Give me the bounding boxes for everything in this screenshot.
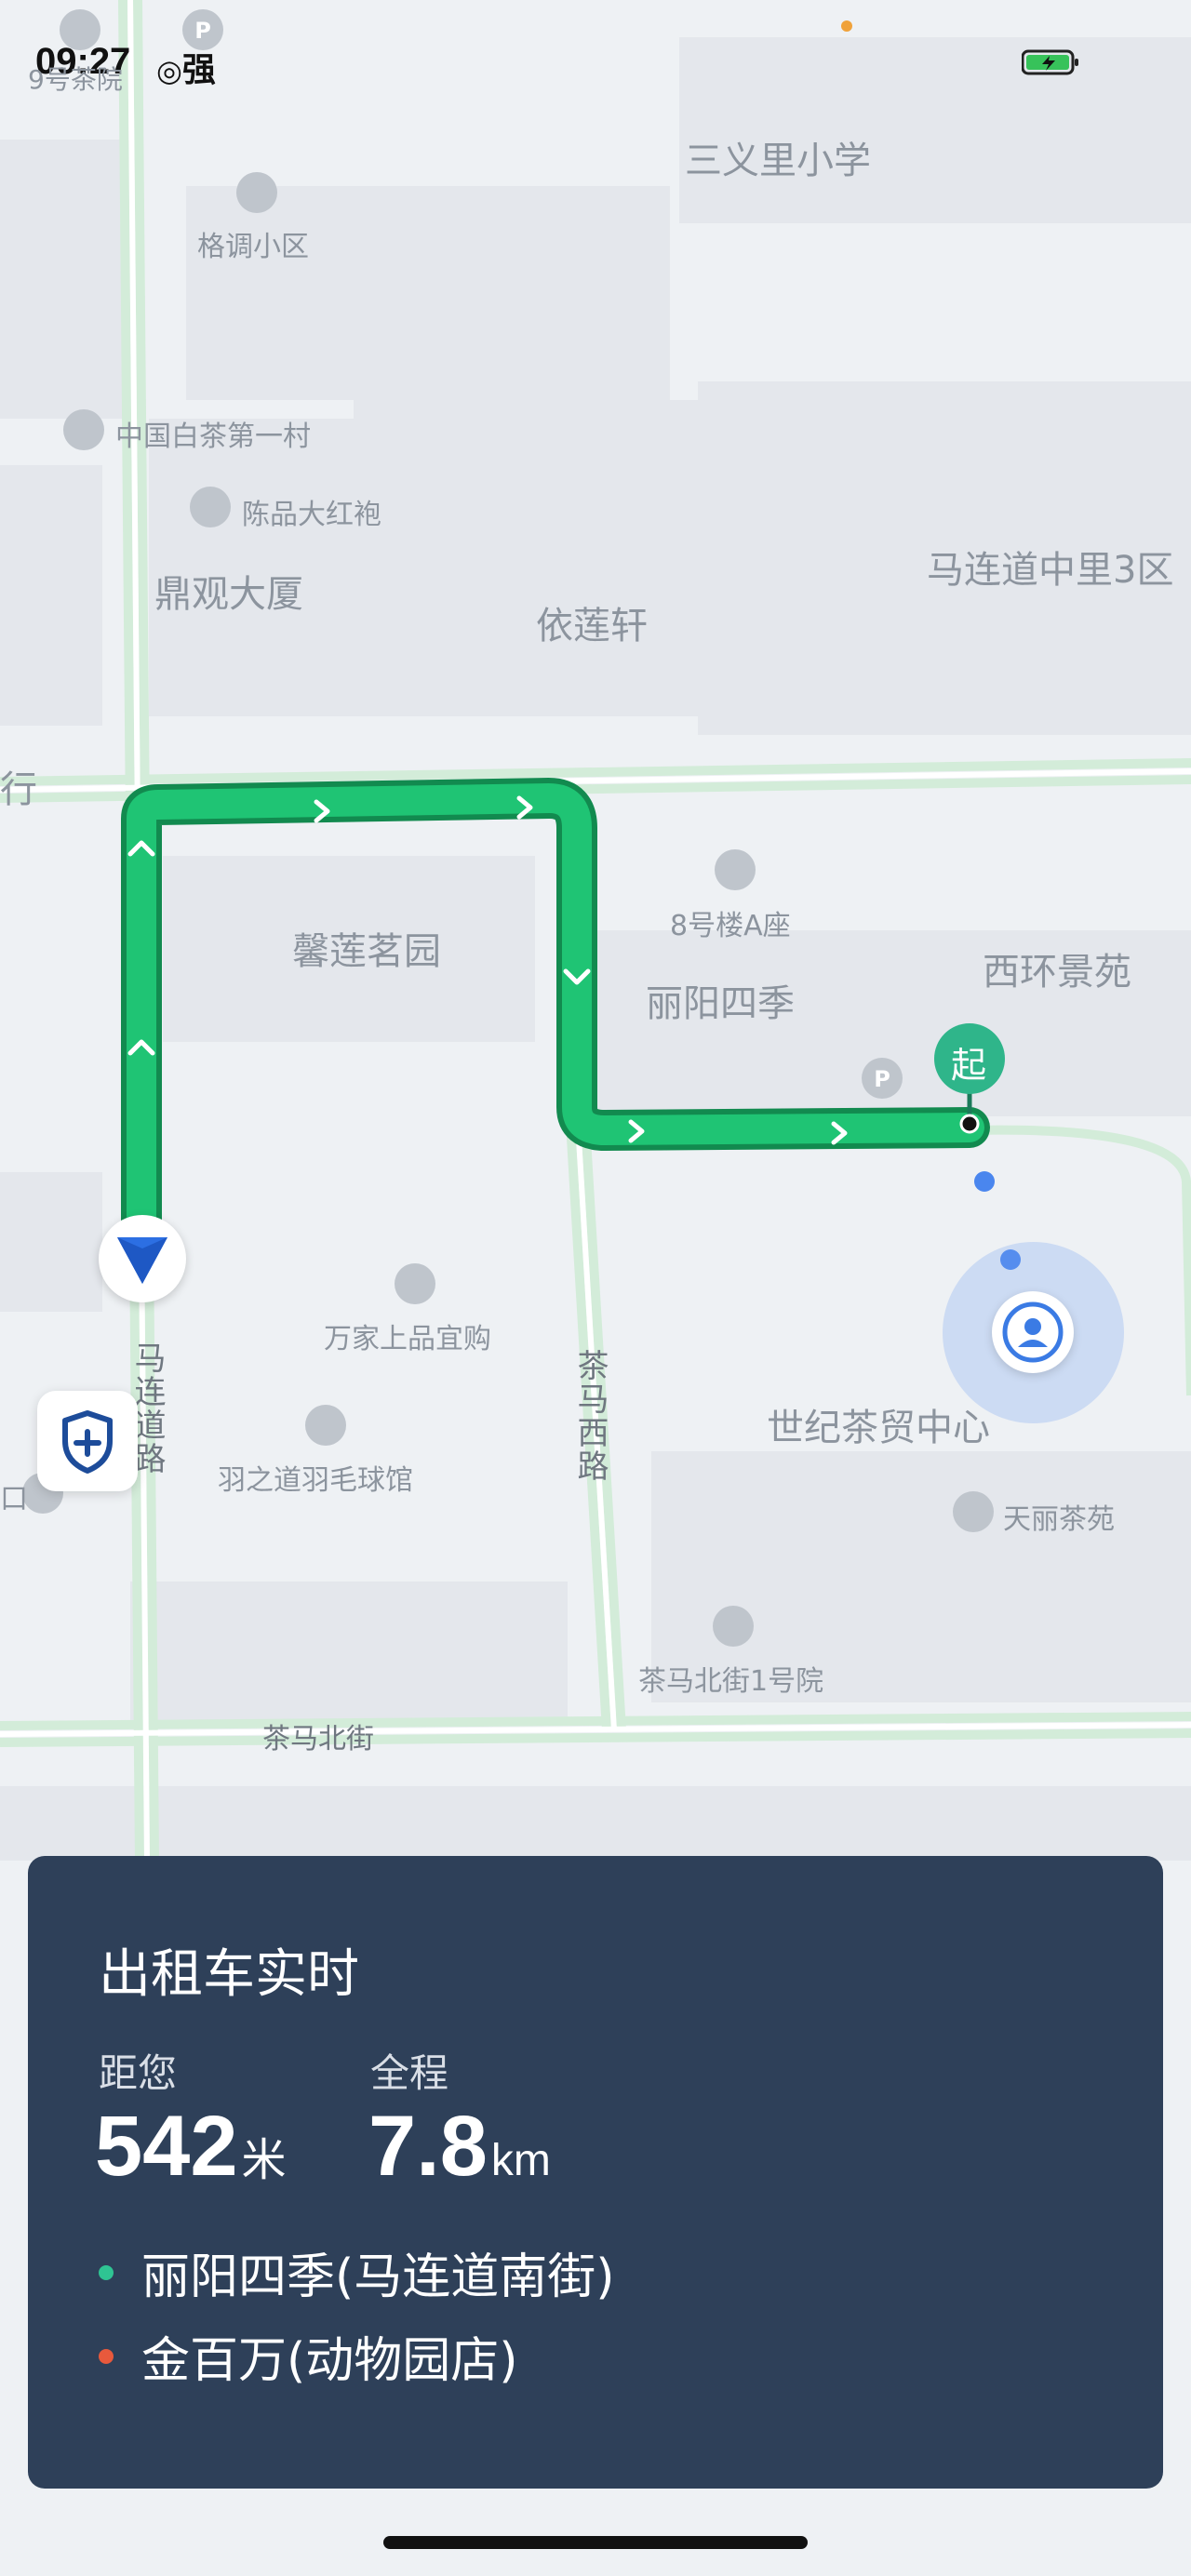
distance-caption: 距您 bbox=[99, 2050, 178, 2096]
shield-plus-icon bbox=[62, 1410, 113, 1474]
poi-wanjia[interactable]: 万家上品宜购 bbox=[324, 1315, 491, 1356]
poi-yuzhidao[interactable]: 羽之道羽毛球馆 bbox=[218, 1457, 413, 1498]
passenger-location-button[interactable] bbox=[992, 1291, 1074, 1373]
svg-text:P: P bbox=[874, 1066, 890, 1092]
pickup-dot bbox=[99, 2264, 114, 2280]
recording-dot bbox=[841, 20, 852, 32]
road-label-edge: 行 bbox=[0, 768, 37, 811]
navigation-arrow-icon bbox=[117, 1237, 167, 1284]
pickup-row: 丽阳四季(马连道南街) bbox=[99, 2237, 615, 2307]
poi-label: 9号茶院 bbox=[28, 64, 123, 95]
poi-yilianxuan[interactable]: 依莲轩 bbox=[536, 595, 648, 649]
poi-dingguan[interactable]: 鼎观大厦 bbox=[154, 564, 303, 618]
road-chama-beijie: 茶马北街 bbox=[262, 1723, 374, 1755]
poi-tianli[interactable]: 天丽茶苑 bbox=[1003, 1496, 1115, 1537]
dropoff-dot bbox=[99, 2348, 114, 2364]
signal-icon: ◎ bbox=[156, 53, 182, 88]
poi-maliandao-zhongli[interactable]: 马连道中里3区 bbox=[927, 540, 1173, 594]
safety-button[interactable] bbox=[37, 1391, 138, 1491]
distance-value: 542米 bbox=[95, 2099, 287, 2194]
road-chama-xilu: 茶马西路 bbox=[571, 1349, 609, 1483]
poi-xihuan[interactable]: 西环景苑 bbox=[983, 941, 1131, 995]
home-indicator[interactable] bbox=[383, 2536, 808, 2549]
dropoff-address: 金百万(动物园店) bbox=[141, 2333, 518, 2389]
vehicle-marker[interactable] bbox=[99, 1215, 186, 1302]
poi-gediao[interactable]: 格调小区 bbox=[197, 223, 309, 264]
person-icon bbox=[1002, 1301, 1064, 1363]
poi-liyang[interactable]: 丽阳四季 bbox=[646, 973, 795, 1027]
total-unit: km bbox=[490, 2136, 551, 2185]
pickup-address: 丽阳四季(马连道南街) bbox=[141, 2249, 615, 2305]
poi-chama-beijie-1[interactable]: 茶马北街1号院 bbox=[638, 1658, 823, 1699]
total-caption: 全程 bbox=[370, 2050, 449, 2096]
poi-shiji[interactable]: 世纪茶贸中心 bbox=[767, 1397, 990, 1451]
distance-unit: 米 bbox=[241, 2136, 287, 2185]
status-bar: 09:27 ◎强 bbox=[0, 0, 1191, 121]
poi-building8[interactable]: 8号楼A座 bbox=[670, 902, 791, 943]
poi-baicha[interactable]: 中国白茶第一村 bbox=[115, 413, 311, 454]
road-label-edge: 口 bbox=[0, 1483, 28, 1515]
card-title: 出租车实时 bbox=[99, 1944, 359, 2005]
signal-label: ◎强 bbox=[156, 51, 216, 89]
battery-icon bbox=[1022, 49, 1078, 75]
poi-xinlian[interactable]: 馨莲茗园 bbox=[292, 921, 441, 975]
total-value: 7.8km bbox=[368, 2099, 551, 2194]
poi-chenpin[interactable]: 陈品大红袍 bbox=[242, 491, 381, 532]
poi-school[interactable]: 三义里小学 bbox=[685, 130, 871, 184]
dropoff-row: 金百万(动物园店) bbox=[99, 2321, 518, 2391]
taxi-info-card[interactable]: 出租车实时 距您 全程 542米 7.8km 丽阳四季(马连道南街) 金百万(动… bbox=[28, 1856, 1163, 2489]
start-marker[interactable]: 起 bbox=[951, 1036, 986, 1088]
